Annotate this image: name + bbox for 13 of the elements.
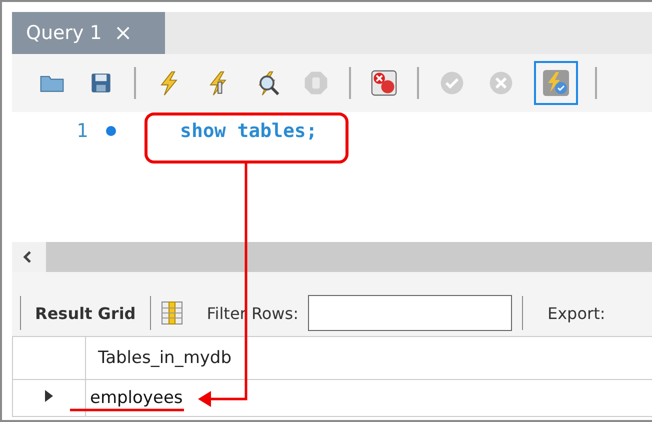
tab-title: Query 1 xyxy=(26,22,102,44)
lightning-check-icon xyxy=(541,68,571,98)
result-grid-tab[interactable]: Result Grid xyxy=(31,304,140,322)
code-line: show tables; xyxy=(180,120,318,142)
export-label: Export: xyxy=(547,304,606,322)
autocommit-button[interactable] xyxy=(534,61,578,105)
line-number: 1 xyxy=(76,120,88,142)
column-header[interactable]: Tables_in_mydb xyxy=(86,336,652,380)
error-stop-icon xyxy=(370,68,398,98)
horizontal-scrollbar[interactable] xyxy=(12,242,652,272)
grid-view-icon[interactable] xyxy=(160,301,183,325)
scroll-left-icon[interactable] xyxy=(22,250,32,264)
filter-field[interactable] xyxy=(308,295,512,331)
